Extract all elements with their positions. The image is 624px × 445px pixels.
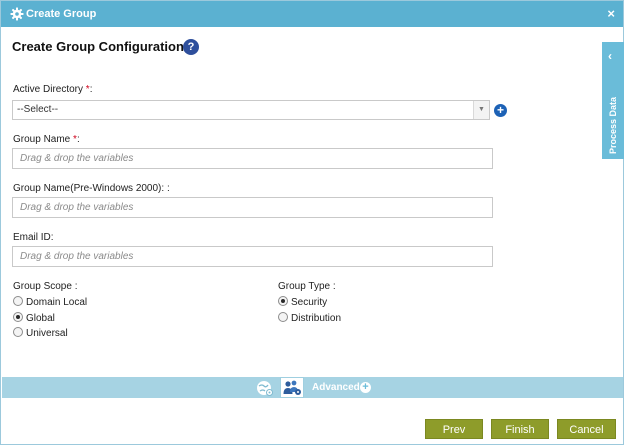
globe-settings-icon[interactable]: [256, 379, 274, 397]
group-type-label: Group Type :: [278, 281, 336, 292]
advanced-label[interactable]: Advanced: [312, 382, 360, 393]
process-data-tab[interactable]: ‹ Process Data: [602, 42, 624, 159]
group-name-label: Group Name *:: [13, 134, 80, 145]
chevron-left-icon[interactable]: ‹: [608, 49, 612, 63]
active-directory-select[interactable]: --Select-- ▼: [12, 100, 490, 120]
email-id-label: Email ID:: [13, 232, 54, 243]
type-option-distribution[interactable]: Distribution: [278, 312, 341, 326]
email-id-input[interactable]: Drag & drop the variables: [12, 246, 493, 267]
group-name-pre2000-label: Group Name(Pre-Windows 2000): :: [13, 183, 170, 194]
scope-option-domain-local[interactable]: Domain Local: [13, 296, 87, 310]
help-icon[interactable]: ?: [183, 39, 199, 55]
radio-button[interactable]: [278, 296, 288, 306]
dialog-titlebar: Create Group ×: [1, 1, 623, 27]
finish-button[interactable]: Finish: [491, 419, 549, 439]
advanced-bar: Advanced +: [2, 377, 623, 398]
scope-option-global[interactable]: Global: [13, 312, 55, 326]
people-settings-button[interactable]: [280, 377, 304, 398]
active-directory-label: Active Directory *:: [13, 84, 93, 95]
radio-button[interactable]: [278, 312, 288, 322]
radio-button[interactable]: [13, 327, 23, 337]
dialog-title: Create Group: [26, 8, 97, 20]
radio-button[interactable]: [13, 296, 23, 306]
group-name-pre2000-input[interactable]: Drag & drop the variables: [12, 197, 493, 218]
gear-icon: [10, 7, 24, 21]
create-group-dialog: Create Group × Create Group Configuratio…: [0, 0, 624, 445]
scope-option-universal[interactable]: Universal: [13, 327, 68, 341]
group-name-input[interactable]: Drag & drop the variables: [12, 148, 493, 169]
prev-button[interactable]: Prev: [425, 419, 483, 439]
dropdown-arrow-icon[interactable]: ▼: [473, 101, 489, 119]
page-title: Create Group Configuration: [12, 39, 184, 54]
radio-button[interactable]: [13, 312, 23, 322]
group-scope-label: Group Scope :: [13, 281, 78, 292]
active-directory-value: --Select--: [17, 104, 59, 115]
process-data-label: Process Data: [608, 96, 618, 154]
add-active-directory-icon[interactable]: +: [494, 104, 507, 117]
type-option-security[interactable]: Security: [278, 296, 327, 310]
expand-advanced-icon[interactable]: +: [360, 382, 371, 393]
group-users-icon: [283, 380, 301, 395]
cancel-button[interactable]: Cancel: [557, 419, 616, 439]
close-icon[interactable]: ×: [607, 6, 615, 21]
